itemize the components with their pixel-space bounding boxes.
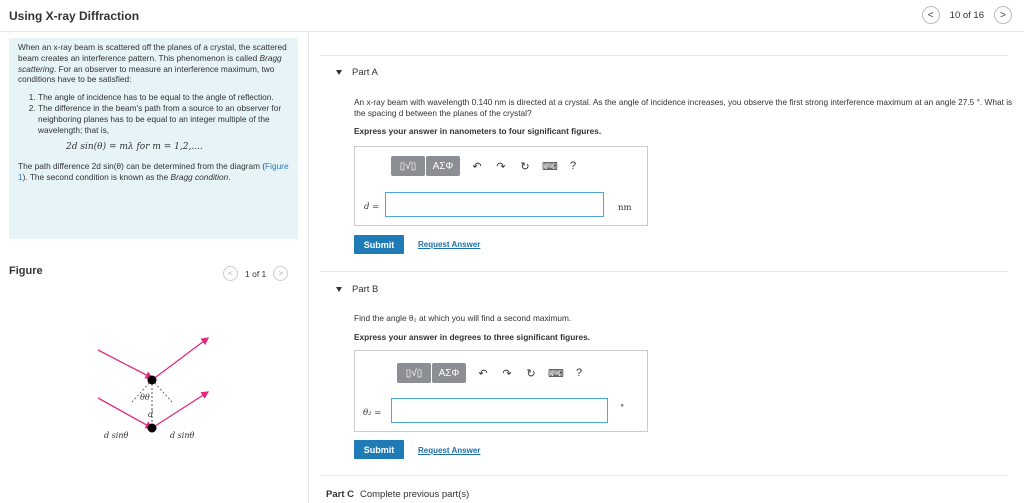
part-a-var-label: d = (364, 202, 380, 212)
part-b-header[interactable]: Part B (336, 284, 378, 295)
collapse-triangle-icon (336, 70, 342, 75)
atom-top (147, 375, 157, 385)
math-toolbar: ▯√▯ ΑΣΦ ↶ ↷ ↻ ⌨ ? (391, 156, 580, 176)
redo-icon[interactable]: ↷ (500, 367, 514, 380)
templates-button[interactable]: ▯√▯ (391, 156, 425, 176)
help-icon[interactable]: ? (572, 367, 586, 379)
part-b-request-answer-link[interactable]: Request Answer (418, 446, 480, 455)
header-divider (0, 31, 1024, 32)
atom-bottom (147, 423, 157, 433)
part-c-row: Part C Complete previous part(s) (326, 489, 469, 500)
figure-pager: < 1 of 1 > (223, 266, 289, 281)
part-a-question: An x-ray beam with wavelength 0.140 nm i… (354, 97, 1013, 118)
part-a-answer-box: ▯√▯ ΑΣΦ ↶ ↷ ↻ ⌨ ? d = nm (354, 146, 648, 226)
intro-paragraph-2: The path difference 2d sin(θ) can be det… (18, 161, 289, 182)
part-b-answer-box: ▯√▯ ΑΣΦ ↶ ↷ ↻ ⌨ ? θ₂ = ° (354, 350, 648, 432)
part-c-label: Part C (326, 489, 354, 500)
d-label: d (148, 410, 153, 419)
part-b-question: Find the angle θ₂ at which you will find… (354, 313, 572, 323)
part-a-instruction: Express your answer in nanometers to fou… (354, 126, 602, 136)
item-pager: < 10 of 16 > (921, 6, 1012, 24)
bragg-diagram: θθ d d sinθ d sinθ (97, 337, 210, 440)
figure-pager-count: 1 of 1 (245, 268, 267, 279)
dsin-label-left: d sinθ (104, 431, 128, 440)
part-a-title: Part A (352, 67, 378, 78)
symbols-button[interactable]: ΑΣΦ (426, 156, 460, 176)
undo-icon[interactable]: ↶ (470, 160, 484, 173)
collapse-triangle-icon (336, 287, 342, 292)
chevron-right-icon[interactable]: > (273, 266, 289, 281)
condition-item: The difference in the beam's path from a… (38, 103, 289, 135)
conditions-list: The angle of incidence has to be equal t… (38, 92, 289, 135)
column-divider (308, 31, 309, 503)
keyboard-icon[interactable]: ⌨ (548, 367, 564, 380)
part-a-request-answer-link[interactable]: Request Answer (418, 240, 480, 249)
dsin-label-right: d sinθ (170, 431, 194, 440)
page-title: Using X-ray Diffraction (9, 9, 140, 23)
part-b-answer-input[interactable] (391, 398, 608, 423)
pager-count: 10 of 16 (949, 9, 984, 21)
keyboard-icon[interactable]: ⌨ (542, 160, 558, 173)
symbols-button[interactable]: ΑΣΦ (432, 363, 466, 383)
intro-paragraph: When an x-ray beam is scattered off the … (18, 42, 287, 85)
chevron-left-icon[interactable]: < (921, 6, 940, 24)
bragg-equation: 2d sin(θ) = mλ for m = 1,2,.... (66, 142, 203, 153)
redo-icon[interactable]: ↷ (494, 160, 508, 173)
part-b-instruction: Express your answer in degrees to three … (354, 332, 591, 342)
part-a-unit: nm (618, 203, 632, 213)
intro-panel: When an x-ray beam is scattered off the … (9, 38, 298, 239)
part-c-status: Complete previous part(s) (359, 489, 470, 500)
chevron-left-icon[interactable]: < (223, 266, 238, 281)
reflected-ray-1 (151, 337, 210, 381)
condition-item: The angle of incidence has to be equal t… (38, 92, 289, 103)
templates-button[interactable]: ▯√▯ (397, 363, 431, 383)
part-a-header[interactable]: Part A (336, 67, 378, 78)
incident-ray-1 (97, 349, 154, 379)
reset-icon[interactable]: ↻ (524, 367, 538, 380)
part-b-unit: ° (620, 403, 625, 413)
math-toolbar: ▯√▯ ΑΣΦ ↶ ↷ ↻ ⌨ ? (397, 363, 586, 383)
theta-label: θθ (140, 393, 150, 402)
figure-heading: Figure (9, 265, 43, 277)
part-a-answer-input[interactable] (385, 192, 604, 217)
chevron-right-icon[interactable]: > (994, 6, 1012, 24)
part-a-submit-button[interactable]: Submit (354, 235, 404, 254)
part-b-title: Part B (352, 284, 379, 295)
incident-ray-2 (97, 397, 154, 429)
reset-icon[interactable]: ↻ (518, 160, 532, 173)
reflected-ray-2 (151, 391, 210, 429)
part-b-var-label: θ₂ = (363, 408, 382, 418)
part-b-submit-button[interactable]: Submit (354, 440, 404, 459)
undo-icon[interactable]: ↶ (476, 367, 490, 380)
help-icon[interactable]: ? (566, 160, 580, 172)
